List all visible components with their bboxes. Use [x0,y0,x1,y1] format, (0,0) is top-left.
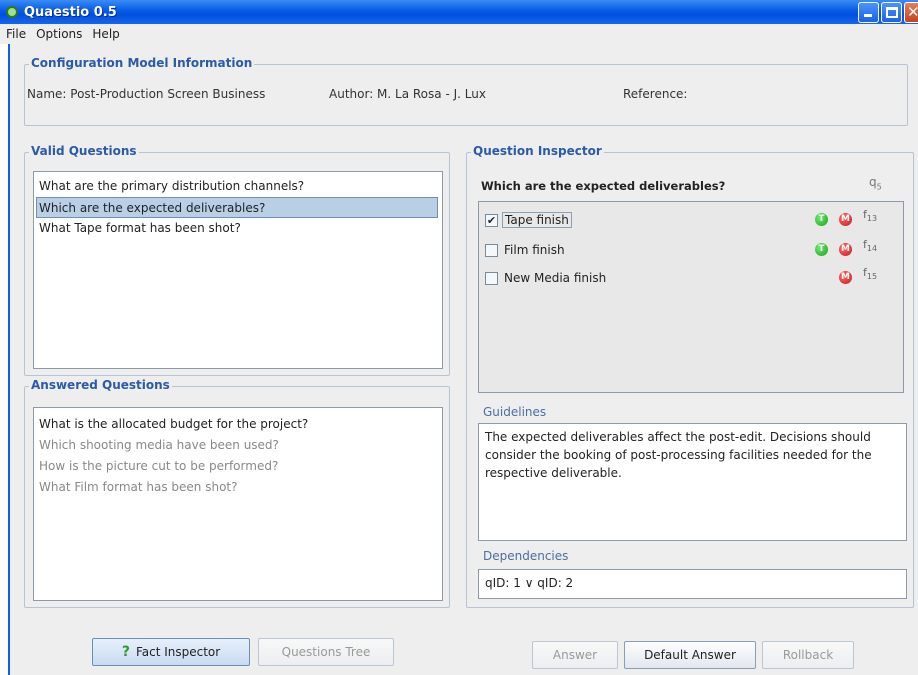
minimize-icon [864,14,872,17]
valid-questions-group: Valid Questions What are the primary dis… [24,144,450,376]
maximize-icon [886,7,898,18]
window-controls: ✕ [858,2,918,23]
fact-inspector-button[interactable]: ? Fact Inspector [92,638,250,666]
maximize-button[interactable] [881,2,902,23]
list-item[interactable]: What Tape format has been shot? [34,218,442,239]
fact-checkbox[interactable] [485,271,498,285]
answered-questions-list[interactable]: What is the allocated budget for the pro… [33,407,443,601]
inspector-question: Which are the expected deliverables? [481,179,726,193]
fact-id-sub: 14 [866,244,878,254]
question-inspector-title: Question Inspector [471,144,604,158]
m-badge-icon: M [839,213,852,226]
t-badge-icon: T [815,213,828,226]
questions-tree-label: Questions Tree [281,645,371,659]
questions-tree-button[interactable]: Questions Tree [258,638,394,666]
fact-label[interactable]: Tape finish [502,212,572,228]
close-icon: ✕ [907,3,918,21]
fact-id-sub: 13 [866,214,878,224]
list-item[interactable]: What are the primary distribution channe… [34,176,442,197]
config-author: Author: M. La Rosa - J. Lux [329,87,486,101]
default-answer-label: Default Answer [644,648,736,662]
question-id: q5 [869,175,882,191]
valid-questions-list[interactable]: What are the primary distribution channe… [33,171,443,369]
config-group-title: Configuration Model Information [29,56,255,70]
answered-questions-group: Answered Questions What is the allocated… [24,378,450,608]
fact-label[interactable]: Film finish [502,243,567,257]
config-reference: Reference: [623,87,688,101]
question-mark-icon: ? [121,644,130,660]
fact-id-sub: 15 [866,272,878,282]
minimize-button[interactable] [858,2,879,23]
question-inspector-group: Question Inspector Which are the expecte… [466,144,914,608]
fact-row[interactable]: Film finish T M f14 [485,238,909,260]
question-id-base: q [869,175,877,189]
menu-help[interactable]: Help [92,27,119,41]
m-badge-icon: M [839,271,852,284]
list-item[interactable]: Which shooting media have been used? [34,435,442,456]
list-item[interactable]: What is the allocated budget for the pro… [34,414,442,435]
rollback-label: Rollback [782,648,834,662]
main-panel: Configuration Model Information Name: Po… [8,44,918,675]
m-badge-icon: M [839,243,852,256]
question-id-sub: 5 [876,182,882,192]
dependencies-textbox[interactable]: qID: 1 ∨ qID: 2 [478,569,907,599]
valid-questions-title: Valid Questions [29,144,139,158]
config-name: Name: Post-Production Screen Business [27,87,266,101]
guidelines-label: Guidelines [483,405,547,419]
answer-button[interactable]: Answer [532,641,618,669]
fact-id: f14 [863,238,877,253]
default-answer-button[interactable]: Default Answer [624,641,756,669]
close-button[interactable]: ✕ [904,2,918,23]
list-item[interactable]: How is the picture cut to be performed? [34,456,442,477]
fact-id: f15 [863,266,877,281]
fact-checkbox-checked[interactable]: ✔ [485,213,498,227]
fact-inspector-label: Fact Inspector [135,645,221,659]
fact-checkbox[interactable] [485,243,498,257]
guidelines-textbox[interactable]: The expected deliverables affect the pos… [478,423,907,541]
answered-questions-title: Answered Questions [29,378,172,392]
list-item[interactable]: What Film format has been shot? [34,477,442,498]
rollback-button[interactable]: Rollback [762,641,854,669]
menu-file[interactable]: File [6,27,26,41]
fact-id: f13 [863,208,877,223]
menu-bar: File Options Help [0,24,918,44]
fact-label[interactable]: New Media finish [502,271,608,285]
app-icon [6,6,18,18]
window-title: Quaestio 0.5 [24,4,117,20]
facts-panel: ✔ Tape finish T M f13 Film finish T M f1… [478,201,904,393]
menu-options[interactable]: Options [36,27,82,41]
list-item-selected[interactable]: Which are the expected deliverables? [36,197,438,218]
dependencies-label: Dependencies [483,549,569,563]
config-group: Configuration Model Information Name: Po… [24,56,908,126]
fact-row[interactable]: ✔ Tape finish T M f13 [485,208,909,230]
answer-label: Answer [552,648,598,662]
title-bar[interactable]: Quaestio 0.5 ✕ [0,0,918,24]
t-badge-icon: T [815,243,828,256]
fact-row[interactable]: New Media finish M f15 [485,266,909,288]
